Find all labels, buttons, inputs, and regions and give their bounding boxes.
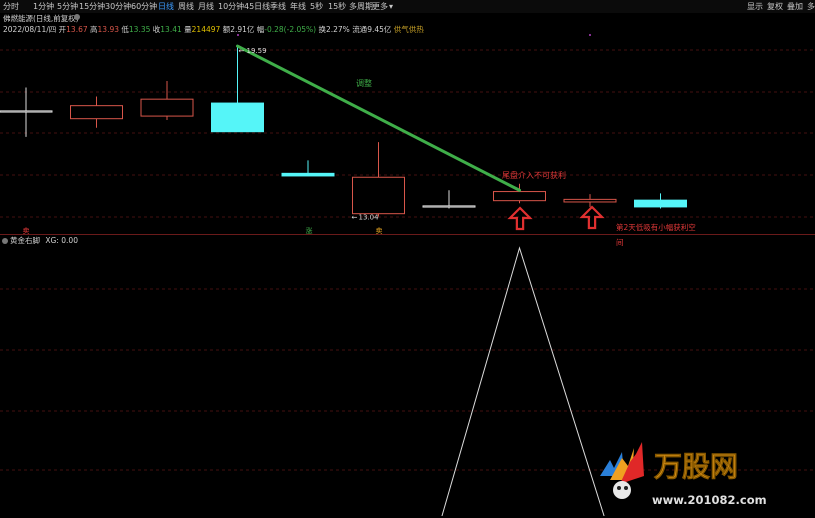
candle-body-1[interactable] (70, 105, 123, 120)
tail-note: 尾盘介入不可获利 (502, 170, 566, 180)
signal-sell-1: 卖 (23, 227, 30, 235)
second-day-note-line2: 间 (616, 238, 624, 247)
indicator-name: 黄金右脚 (10, 236, 40, 245)
low-marker-label: 13.04 (359, 214, 380, 222)
candle-body-8[interactable] (563, 198, 617, 203)
marker-dot-2 (589, 34, 591, 36)
brand-url: www.201082.com (652, 493, 767, 507)
candle-body-0[interactable] (0, 110, 53, 113)
brand-name: 万股网 (654, 450, 738, 483)
signal-up: 涨 (306, 226, 313, 235)
buy-arrow-2-icon (579, 205, 605, 230)
marker-dot-1 (237, 34, 239, 36)
candle-body-6[interactable] (422, 205, 476, 208)
trend-note: 调整 (356, 78, 372, 88)
buy-arrow-1-icon (507, 206, 533, 231)
brand-watermark: 万股网 www.201082.com (592, 436, 812, 514)
indicator-label: XG (45, 236, 57, 245)
signal-sell-2: 卖 (376, 227, 383, 235)
low-marker-arrow: ← (352, 214, 358, 222)
indicator-value: 0.00 (61, 236, 78, 245)
candle-body-2[interactable] (140, 98, 194, 117)
candle-body-5[interactable] (352, 176, 405, 215)
candle-body-4[interactable] (281, 172, 335, 177)
indicator-settings-icon[interactable] (2, 238, 8, 244)
indicator-header: 黄金右脚 XG: 0.00 (0, 235, 78, 246)
candle-body-7[interactable] (493, 191, 546, 202)
high-marker-label: 19.59 (247, 47, 267, 55)
brand-logo-icon: 万股网 www.201082.com (600, 442, 767, 507)
candle-body-3[interactable] (211, 102, 264, 133)
indicator-xg-line (441, 246, 605, 516)
second-day-note-line1: 第2天低吸有小幅获利空 (616, 222, 696, 232)
high-marker-arrow: ← (239, 47, 245, 55)
candle-body-9[interactable] (634, 199, 687, 208)
